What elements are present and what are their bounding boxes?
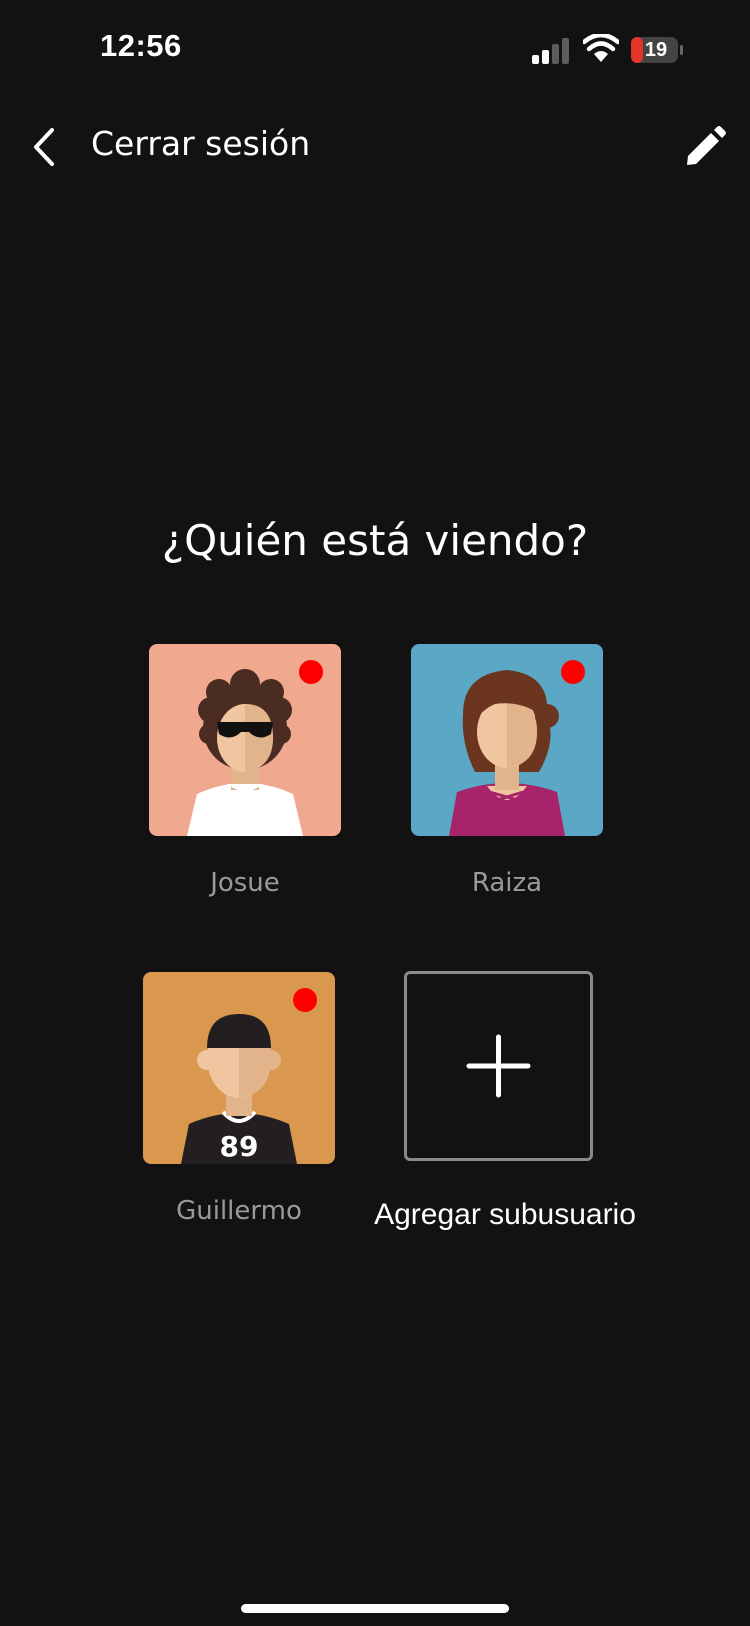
profile-raiza[interactable] xyxy=(411,644,603,836)
battery-level: 19 xyxy=(644,39,668,61)
plus-icon xyxy=(466,1034,531,1098)
who-is-watching-heading: ¿Quién está viendo? xyxy=(161,516,589,565)
home-indicator[interactable] xyxy=(241,1604,509,1613)
back-button[interactable] xyxy=(26,122,66,172)
cellular-signal-icon xyxy=(532,38,569,64)
profile-name-raiza[interactable]: Raiza xyxy=(387,868,627,898)
status-time: 12:56 xyxy=(100,28,182,63)
page-title[interactable]: Cerrar sesión xyxy=(91,124,310,163)
edit-button[interactable] xyxy=(682,124,728,170)
profile-guillermo[interactable]: 89 xyxy=(143,972,335,1164)
wifi-icon xyxy=(583,34,619,62)
jersey-number: 89 xyxy=(220,1130,259,1163)
profile-josue[interactable] xyxy=(149,644,341,836)
add-subuser-button[interactable] xyxy=(404,971,593,1161)
pencil-icon xyxy=(687,126,726,165)
notification-dot xyxy=(561,660,585,684)
notification-dot xyxy=(293,988,317,1012)
add-subuser-label[interactable]: Agregar subusuario xyxy=(340,1198,670,1232)
profile-name-guillermo[interactable]: Guillermo xyxy=(119,1196,359,1226)
notification-dot xyxy=(299,660,323,684)
chevron-left-icon xyxy=(34,128,54,166)
profile-name-josue[interactable]: Josue xyxy=(125,868,365,898)
